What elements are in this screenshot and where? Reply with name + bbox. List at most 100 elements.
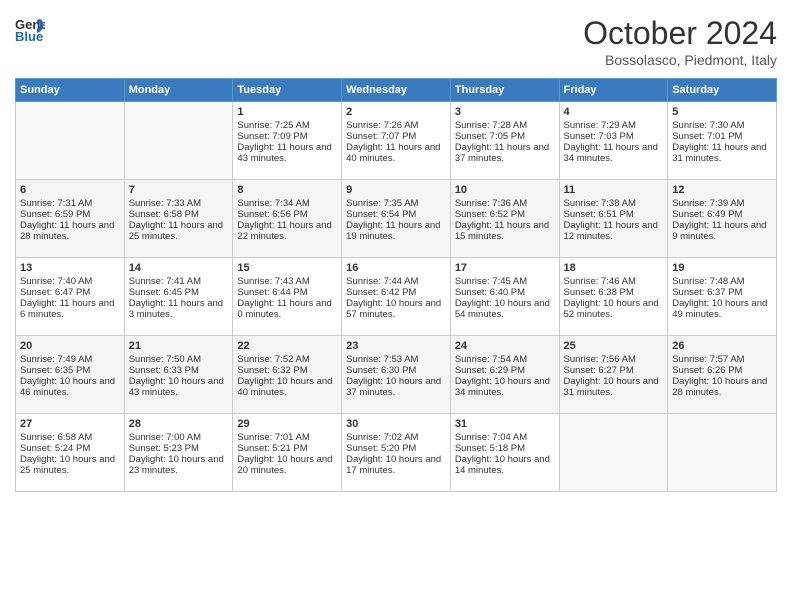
day-number: 2 bbox=[346, 106, 446, 118]
day-info: Sunset: 6:40 PM bbox=[455, 287, 555, 298]
day-number: 28 bbox=[129, 418, 229, 430]
day-info: Sunrise: 7:29 AM bbox=[564, 120, 664, 131]
calendar-cell: 1Sunrise: 7:25 AMSunset: 7:09 PMDaylight… bbox=[233, 102, 342, 180]
calendar-cell: 4Sunrise: 7:29 AMSunset: 7:03 PMDaylight… bbox=[559, 102, 668, 180]
col-saturday: Saturday bbox=[668, 79, 777, 102]
day-info: Sunrise: 7:31 AM bbox=[20, 198, 120, 209]
day-info: Daylight: 10 hours and 25 minutes. bbox=[20, 454, 120, 476]
day-number: 14 bbox=[129, 262, 229, 274]
day-number: 30 bbox=[346, 418, 446, 430]
calendar-cell: 22Sunrise: 7:52 AMSunset: 6:32 PMDayligh… bbox=[233, 336, 342, 414]
day-info: Sunset: 6:37 PM bbox=[672, 287, 772, 298]
day-info: Sunrise: 7:43 AM bbox=[237, 276, 337, 287]
day-info: Sunset: 5:20 PM bbox=[346, 443, 446, 454]
day-info: Sunset: 6:26 PM bbox=[672, 365, 772, 376]
day-info: Sunset: 6:30 PM bbox=[346, 365, 446, 376]
calendar-cell: 24Sunrise: 7:54 AMSunset: 6:29 PMDayligh… bbox=[450, 336, 559, 414]
calendar-cell: 29Sunrise: 7:01 AMSunset: 5:21 PMDayligh… bbox=[233, 414, 342, 492]
calendar-cell: 14Sunrise: 7:41 AMSunset: 6:45 PMDayligh… bbox=[124, 258, 233, 336]
calendar-cell bbox=[16, 102, 125, 180]
day-number: 9 bbox=[346, 184, 446, 196]
day-info: Sunset: 5:24 PM bbox=[20, 443, 120, 454]
day-info: Daylight: 11 hours and 43 minutes. bbox=[237, 142, 337, 164]
day-info: Sunset: 6:42 PM bbox=[346, 287, 446, 298]
calendar-cell: 11Sunrise: 7:38 AMSunset: 6:51 PMDayligh… bbox=[559, 180, 668, 258]
calendar-cell: 9Sunrise: 7:35 AMSunset: 6:54 PMDaylight… bbox=[342, 180, 451, 258]
day-number: 10 bbox=[455, 184, 555, 196]
calendar-cell: 20Sunrise: 7:49 AMSunset: 6:35 PMDayligh… bbox=[16, 336, 125, 414]
day-number: 6 bbox=[20, 184, 120, 196]
day-info: Sunset: 6:33 PM bbox=[129, 365, 229, 376]
day-info: Sunrise: 7:50 AM bbox=[129, 354, 229, 365]
day-info: Sunset: 6:59 PM bbox=[20, 209, 120, 220]
day-number: 5 bbox=[672, 106, 772, 118]
day-info: Daylight: 10 hours and 49 minutes. bbox=[672, 298, 772, 320]
day-info: Sunrise: 6:58 AM bbox=[20, 432, 120, 443]
day-info: Daylight: 10 hours and 17 minutes. bbox=[346, 454, 446, 476]
calendar-cell: 2 Sunrise: 7:26 AMSunset: 7:07 PMDaylight… bbox=[342, 102, 451, 180]
day-info: Daylight: 11 hours and 12 minutes. bbox=[564, 220, 664, 242]
calendar-page: General Blue October 2024 Bossolasco, Pi… bbox=[0, 0, 792, 612]
day-info: Daylight: 10 hours and 34 minutes. bbox=[455, 376, 555, 398]
day-info: Sunrise: 7:00 AM bbox=[129, 432, 229, 443]
day-info: Daylight: 11 hours and 40 minutes. bbox=[346, 142, 446, 164]
col-thursday: Thursday bbox=[450, 79, 559, 102]
day-info: Sunrise: 7:34 AM bbox=[237, 198, 337, 209]
day-number: 20 bbox=[20, 340, 120, 352]
calendar-cell: 25Sunrise: 7:56 AMSunset: 6:27 PMDayligh… bbox=[559, 336, 668, 414]
day-info: Sunset: 7:07 PM bbox=[346, 131, 446, 142]
day-number: 4 bbox=[564, 106, 664, 118]
day-info: Sunrise: 7:41 AM bbox=[129, 276, 229, 287]
calendar-cell: 16Sunrise: 7:44 AMSunset: 6:42 PMDayligh… bbox=[342, 258, 451, 336]
day-number: 23 bbox=[346, 340, 446, 352]
day-info: Daylight: 11 hours and 28 minutes. bbox=[20, 220, 120, 242]
calendar-cell: 15Sunrise: 7:43 AMSunset: 6:44 PMDayligh… bbox=[233, 258, 342, 336]
day-info: Sunset: 7:05 PM bbox=[455, 131, 555, 142]
day-info: Sunrise: 7:54 AM bbox=[455, 354, 555, 365]
calendar-cell bbox=[668, 414, 777, 492]
day-info: Sunset: 6:58 PM bbox=[129, 209, 229, 220]
day-number: 8 bbox=[237, 184, 337, 196]
day-number: 24 bbox=[455, 340, 555, 352]
calendar-cell: 23Sunrise: 7:53 AMSunset: 6:30 PMDayligh… bbox=[342, 336, 451, 414]
col-sunday: Sunday bbox=[16, 79, 125, 102]
calendar-week-3: 13Sunrise: 7:40 AMSunset: 6:47 PMDayligh… bbox=[16, 258, 777, 336]
day-info: Sunrise: 7:56 AM bbox=[564, 354, 664, 365]
day-number: 11 bbox=[564, 184, 664, 196]
calendar-cell: 21Sunrise: 7:50 AMSunset: 6:33 PMDayligh… bbox=[124, 336, 233, 414]
calendar-table: Sunday Monday Tuesday Wednesday Thursday… bbox=[15, 78, 777, 492]
calendar-cell: 18Sunrise: 7:46 AMSunset: 6:38 PMDayligh… bbox=[559, 258, 668, 336]
day-info: Sunrise: 7:25 AM bbox=[237, 120, 337, 131]
header: General Blue October 2024 Bossolasco, Pi… bbox=[15, 15, 777, 68]
calendar-cell: 12Sunrise: 7:39 AMSunset: 6:49 PMDayligh… bbox=[668, 180, 777, 258]
calendar-cell: 28Sunrise: 7:00 AMSunset: 5:23 PMDayligh… bbox=[124, 414, 233, 492]
day-info: Sunrise: 7:26 AM bbox=[346, 120, 446, 131]
day-info: Sunrise: 7:33 AM bbox=[129, 198, 229, 209]
day-info: Sunset: 5:21 PM bbox=[237, 443, 337, 454]
day-info: Daylight: 11 hours and 31 minutes. bbox=[672, 142, 772, 164]
day-number: 21 bbox=[129, 340, 229, 352]
day-info: Daylight: 10 hours and 28 minutes. bbox=[672, 376, 772, 398]
calendar-cell: 30 Sunrise: 7:02 AMSunset: 5:20 PMDayligh… bbox=[342, 414, 451, 492]
day-number: 13 bbox=[20, 262, 120, 274]
day-info: Daylight: 10 hours and 37 minutes. bbox=[346, 376, 446, 398]
calendar-cell: 31Sunrise: 7:04 AMSunset: 5:18 PMDayligh… bbox=[450, 414, 559, 492]
day-info: Daylight: 10 hours and 54 minutes. bbox=[455, 298, 555, 320]
day-info: Sunrise: 7:02 AM bbox=[346, 432, 446, 443]
day-info: Sunrise: 7:46 AM bbox=[564, 276, 664, 287]
day-info: Sunset: 6:52 PM bbox=[455, 209, 555, 220]
day-number: 26 bbox=[672, 340, 772, 352]
day-info: Daylight: 11 hours and 22 minutes. bbox=[237, 220, 337, 242]
day-info: Sunrise: 7:52 AM bbox=[237, 354, 337, 365]
calendar-cell: 5Sunrise: 7:30 AMSunset: 7:01 PMDaylight… bbox=[668, 102, 777, 180]
calendar-cell: 17Sunrise: 7:45 AMSunset: 6:40 PMDayligh… bbox=[450, 258, 559, 336]
day-info: Sunset: 6:27 PM bbox=[564, 365, 664, 376]
day-info: Daylight: 10 hours and 57 minutes. bbox=[346, 298, 446, 320]
day-info: Sunset: 6:51 PM bbox=[564, 209, 664, 220]
day-info: Daylight: 11 hours and 3 minutes. bbox=[129, 298, 229, 320]
day-number: 7 bbox=[129, 184, 229, 196]
calendar-week-4: 20Sunrise: 7:49 AMSunset: 6:35 PMDayligh… bbox=[16, 336, 777, 414]
month-title: October 2024 bbox=[583, 15, 777, 52]
calendar-cell: 6 Sunrise: 7:31 AMSunset: 6:59 PMDaylight… bbox=[16, 180, 125, 258]
day-info: Daylight: 10 hours and 46 minutes. bbox=[20, 376, 120, 398]
